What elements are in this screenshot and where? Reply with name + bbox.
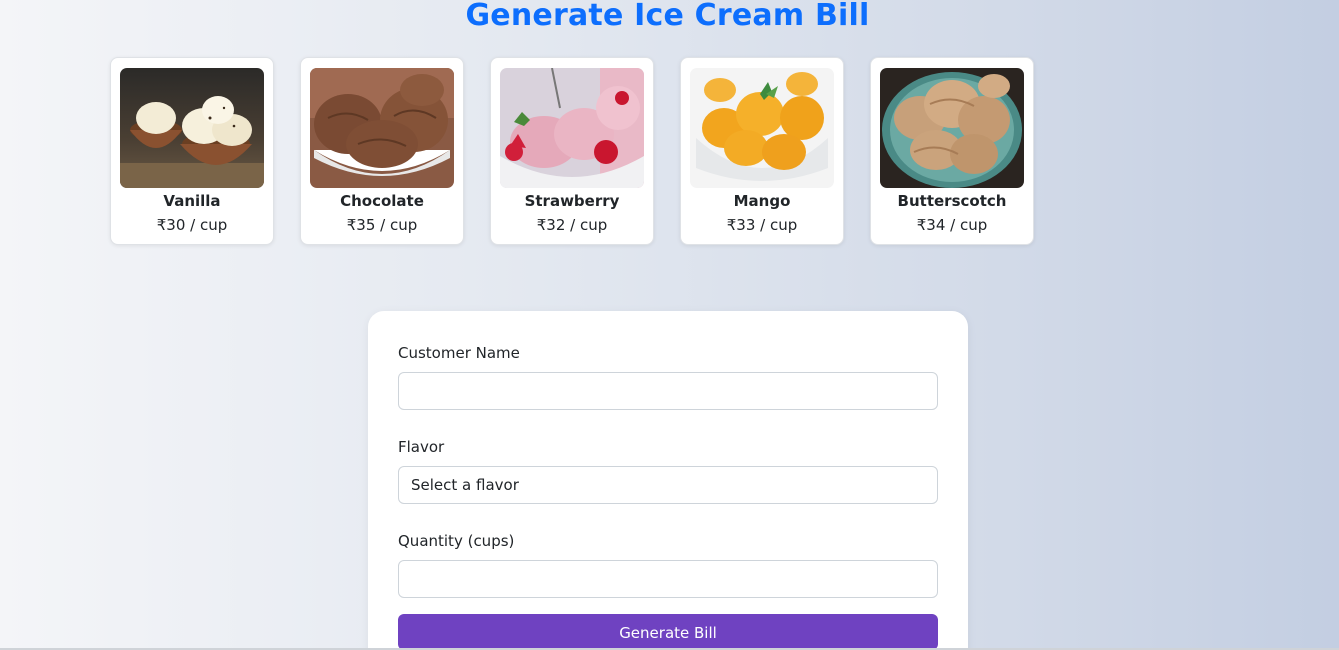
quantity-input[interactable] (398, 560, 938, 598)
flavor-card-butterscotch[interactable]: Butterscotch ₹34 / cup (870, 57, 1034, 245)
flavor-select-value: Select a flavor (411, 476, 519, 494)
page-title: Generate Ice Cream Bill (465, 0, 870, 33)
flavor-label: Flavor (398, 438, 445, 456)
quantity-label: Quantity (cups) (398, 532, 515, 550)
flavor-cards: Vanilla ₹30 / cup Chocolate ₹35 / cup St… (110, 57, 1034, 245)
flavor-card-vanilla[interactable]: Vanilla ₹30 / cup (110, 57, 274, 245)
flavor-name: Vanilla (163, 192, 221, 210)
butterscotch-image (880, 68, 1024, 188)
mango-image (690, 68, 834, 188)
flavor-price: ₹34 / cup (916, 216, 988, 234)
flavor-name: Mango (733, 192, 791, 210)
flavor-price: ₹30 / cup (156, 216, 228, 234)
bill-form: Customer Name Flavor Select a flavor Qua… (368, 311, 968, 650)
flavor-card-chocolate[interactable]: Chocolate ₹35 / cup (300, 57, 464, 245)
flavor-price: ₹32 / cup (536, 216, 608, 234)
generate-bill-button[interactable]: Generate Bill (398, 614, 938, 650)
chocolate-image (310, 68, 454, 188)
vanilla-image (120, 68, 264, 188)
flavor-name: Strawberry (524, 192, 620, 210)
flavor-card-strawberry[interactable]: Strawberry ₹32 / cup (490, 57, 654, 245)
flavor-price: ₹35 / cup (346, 216, 418, 234)
customer-name-label: Customer Name (398, 344, 520, 362)
strawberry-image (500, 68, 644, 188)
flavor-select[interactable]: Select a flavor (398, 466, 938, 504)
flavor-card-mango[interactable]: Mango ₹33 / cup (680, 57, 844, 245)
flavor-name: Chocolate (340, 192, 424, 210)
flavor-price: ₹33 / cup (726, 216, 798, 234)
customer-name-input[interactable] (398, 372, 938, 410)
flavor-name: Butterscotch (897, 192, 1007, 210)
